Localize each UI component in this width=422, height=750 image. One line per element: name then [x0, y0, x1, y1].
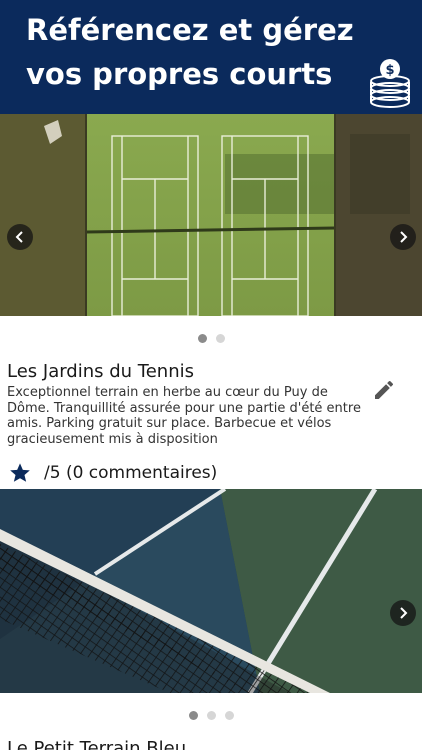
court-photo-carousel[interactable] — [0, 114, 422, 316]
court-title[interactable]: Le Petit Terrain Bleu — [7, 738, 186, 750]
chevron-right-icon — [400, 231, 408, 243]
pagination-dot[interactable] — [188, 711, 198, 720]
pagination-dot[interactable] — [206, 711, 216, 720]
rating-row[interactable]: /5 (0 commentaires) — [9, 461, 217, 485]
carousel-pagination — [0, 334, 422, 343]
carousel-pagination — [0, 711, 422, 720]
edit-pencil-icon[interactable] — [372, 378, 396, 402]
star-icon — [10, 463, 30, 482]
pagination-dot[interactable] — [215, 334, 225, 343]
carousel-next-button[interactable] — [390, 600, 416, 626]
pagination-dot[interactable] — [197, 334, 207, 343]
hard-court-photo — [0, 489, 422, 693]
court-title[interactable]: Les Jardins du Tennis — [7, 361, 194, 382]
grass-court-photo — [0, 114, 422, 316]
chevron-left-icon — [15, 231, 23, 243]
svg-text:$: $ — [385, 63, 394, 78]
rating-text: /5 (0 commentaires) — [44, 463, 218, 483]
court-description: Exceptionnel terrain en herbe au cœur du… — [7, 385, 361, 447]
coins-icon: $ — [370, 59, 410, 108]
header-title: Référencez et gérez vos propres courts — [26, 13, 354, 91]
court-photo-carousel[interactable] — [0, 489, 422, 693]
pagination-dot[interactable] — [224, 711, 234, 720]
carousel-next-button[interactable] — [390, 224, 416, 250]
carousel-prev-button[interactable] — [7, 224, 33, 250]
chevron-right-icon — [400, 607, 408, 619]
app-header: Référencez et gérez vos propres courts $ — [0, 0, 422, 114]
